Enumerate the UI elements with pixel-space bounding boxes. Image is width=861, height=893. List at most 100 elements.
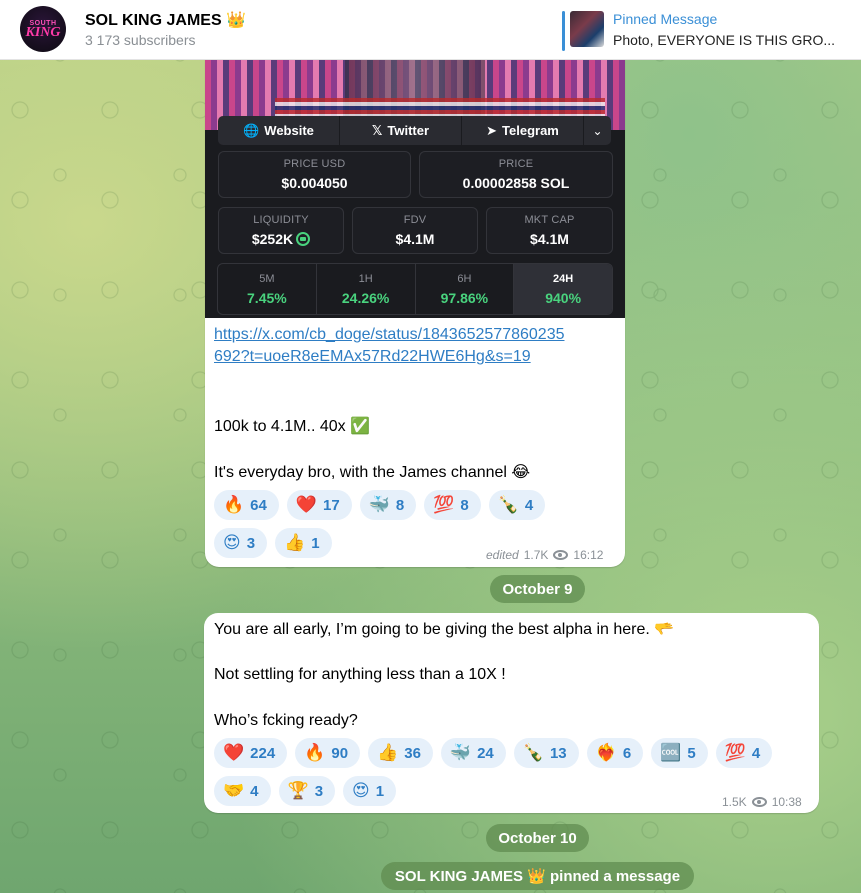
message-text-line: You are all early, I’m going to be givin… [214, 621, 675, 638]
tab-label: 24H [553, 272, 574, 285]
message-time: 16:12 [573, 548, 604, 562]
reaction-count: 224 [250, 744, 276, 762]
link-preview-card[interactable]: 🌐 Website 𝕏 Twitter ➤ Telegram ⌄ PRICE U… [205, 60, 625, 318]
reaction-chip[interactable]: 💯 8 [424, 490, 481, 520]
reaction-emoji-icon: 👍 [284, 533, 306, 553]
reaction-chip[interactable]: ❤️ 224 [214, 738, 288, 768]
reaction-chip[interactable]: 🔥 64 [214, 490, 279, 520]
tab-1h[interactable]: 1H 24.26% [317, 264, 416, 314]
stat-value: $4.1M [395, 231, 435, 247]
website-link-button[interactable]: 🌐 Website [218, 116, 340, 145]
pinned-indicator [562, 11, 565, 51]
stat-label: FDV [403, 214, 427, 226]
message-text-line: 100k to 4.1M.. 40x ✅ [214, 418, 370, 435]
reaction-emoji-icon: 🍾 [522, 743, 544, 763]
reaction-chip[interactable]: 👍 36 [368, 738, 433, 768]
stat-label: PRICE USD [283, 158, 346, 170]
reaction-chip[interactable]: 🤝 4 [214, 776, 271, 806]
tab-value: 7.45% [247, 289, 287, 306]
lock-icon [296, 232, 311, 246]
eye-icon [553, 550, 569, 560]
telegram-link-button[interactable]: ➤ Telegram [462, 116, 584, 145]
reaction-chip[interactable]: 🏆 3 [278, 776, 336, 806]
x-logo-icon: 𝕏 [371, 122, 383, 138]
reaction-chip[interactable]: 🍾 4 [488, 490, 546, 520]
message-text-line: It's everyday bro, with the James channe… [214, 464, 531, 481]
reaction-emoji-icon: 💯 [433, 495, 455, 515]
reaction-chip[interactable]: 🐳 8 [359, 490, 417, 520]
avatar-logo-main: KING [25, 24, 61, 40]
stat-price-usd: PRICE USD $0.004050 [218, 151, 411, 198]
tab-value: 24.26% [341, 289, 390, 306]
reaction-chip[interactable]: 🐳 24 [440, 738, 506, 768]
reaction-chip[interactable]: 😍 3 [214, 528, 268, 558]
pinned-message-title[interactable]: Pinned Message [613, 11, 717, 27]
stat-fdv: FDV $4.1M [352, 207, 478, 254]
reaction-emoji-icon: 🐳 [449, 743, 472, 763]
stat-price-sol: PRICE 0.00002858 SOL [419, 151, 613, 198]
reaction-count: 24 [477, 744, 494, 762]
pinned-thumbnail[interactable] [570, 11, 604, 47]
telegram-label: Telegram [502, 123, 559, 138]
reaction-emoji-icon: 😍 [352, 781, 370, 801]
reaction-chip[interactable]: 👍 1 [275, 528, 332, 558]
chevron-down-icon[interactable]: ⌄ [584, 116, 611, 145]
reaction-count: 5 [687, 744, 696, 762]
date-separator: October 9 [490, 575, 585, 603]
reaction-count: 4 [250, 782, 259, 800]
stat-value: $252K [251, 231, 294, 247]
reaction-emoji-icon: 🔥 [304, 743, 326, 763]
reaction-count: 17 [323, 496, 340, 514]
tab-24h[interactable]: 24H 940% [514, 264, 612, 314]
reaction-count: 3 [314, 782, 324, 800]
reaction-emoji-icon: 👍 [377, 743, 399, 763]
tab-label: 1H [358, 272, 373, 285]
stat-value-row: $252K [251, 231, 311, 247]
tweet-link[interactable]: https://x.com/cb_doge/status/18436525778… [214, 324, 564, 368]
stat-liquidity: LIQUIDITY $252K [218, 207, 344, 254]
twitter-label: Twitter [387, 123, 430, 138]
tab-6h[interactable]: 6H 97.86% [416, 264, 515, 314]
tab-5m[interactable]: 5M 7.45% [218, 264, 317, 314]
reaction-emoji-icon: 💯 [724, 743, 746, 763]
reaction-chip[interactable]: 😍 1 [343, 776, 397, 806]
reaction-chip[interactable]: 🍾 13 [513, 738, 579, 768]
subscriber-count: 3 173 subscribers [85, 32, 196, 48]
reaction-count: 13 [549, 744, 567, 762]
reaction-emoji-icon: 😍 [223, 533, 241, 553]
pinned-message-text[interactable]: Photo, EVERYONE IS THIS GRO... [613, 32, 843, 48]
stat-value: 0.00002858 SOL [462, 175, 570, 191]
preview-links-row: 🌐 Website 𝕏 Twitter ➤ Telegram ⌄ [218, 116, 611, 145]
reaction-chip[interactable]: ❤️ 17 [286, 490, 352, 520]
date-separator: October 10 [486, 824, 589, 852]
reaction-count: 1 [375, 782, 385, 800]
reaction-chip[interactable]: ❤️‍🔥 6 [586, 738, 644, 768]
service-message-pinned[interactable]: SOL KING JAMES 👑 pinned a message [381, 862, 694, 890]
stat-value: $0.004050 [281, 175, 348, 191]
edited-label: edited [486, 548, 519, 562]
reaction-emoji-icon: 🐳 [368, 495, 390, 515]
reaction-count: 4 [751, 744, 761, 762]
channel-avatar[interactable]: SOUTH KING [20, 6, 66, 52]
reaction-emoji-icon: ❤️ [295, 495, 318, 515]
timeframe-tabs: 5M 7.45% 1H 24.26% 6H 97.86% 24H 940% [217, 263, 613, 315]
message-text-line: Not settling for anything less than a 10… [214, 666, 506, 683]
reaction-count: 3 [246, 534, 256, 552]
chat-header: SOUTH KING SOL KING JAMES 👑 3 173 subscr… [0, 0, 861, 60]
reaction-chip[interactable]: 🆒 5 [651, 738, 708, 768]
twitter-link-button[interactable]: 𝕏 Twitter [340, 116, 462, 145]
reaction-chip[interactable]: 💯 4 [715, 738, 773, 768]
channel-title[interactable]: SOL KING JAMES 👑 [85, 10, 246, 30]
reaction-count: 8 [460, 496, 469, 514]
view-count: 1.7K [523, 548, 549, 562]
reaction-emoji-icon: ❤️ [223, 743, 245, 763]
reaction-count: 4 [524, 496, 534, 514]
reaction-chip[interactable]: 🔥 90 [295, 738, 361, 768]
reaction-count: 64 [250, 496, 267, 514]
globe-icon: 🌐 [243, 122, 260, 138]
link-line: https://x.com/cb_doge/status/18436525778… [214, 326, 565, 343]
tab-value: 97.86% [440, 289, 489, 306]
tab-value: 940% [545, 289, 582, 306]
message-meta: 1.5K 10:38 [722, 795, 802, 809]
stat-value: $4.1M [530, 231, 569, 247]
